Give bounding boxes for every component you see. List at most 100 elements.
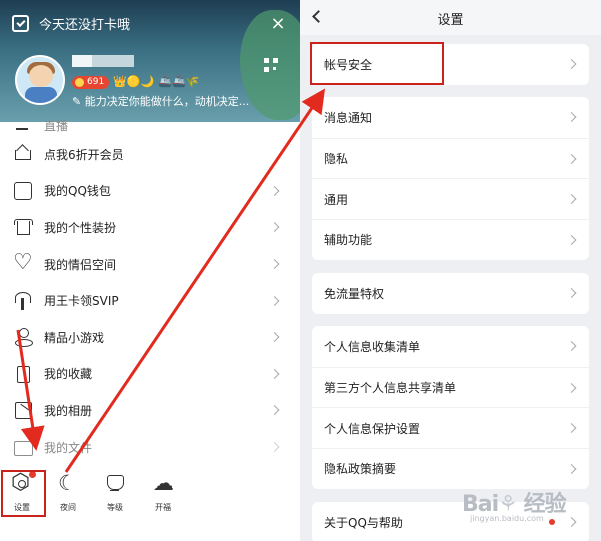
settings-row-label: 通用 <box>324 192 349 207</box>
live-icon <box>14 116 32 134</box>
chevron-right-icon <box>566 423 577 434</box>
menu-item-album[interactable]: 我的相册 <box>0 392 300 429</box>
nickname-blurred-part <box>72 55 92 67</box>
level-label: 等级 <box>107 503 123 512</box>
menu-item-vip[interactable]: 点我6折开会员 <box>0 136 300 173</box>
chevron-right-icon <box>269 185 280 196</box>
settings-row-info-protection[interactable]: 个人信息保护设置 <box>312 407 589 448</box>
chevron-right-icon <box>269 222 280 233</box>
menu-item-svip-card[interactable]: 用王卡领SVIP <box>0 282 300 319</box>
settings-row-free-data[interactable]: 免流量特权 <box>312 273 589 314</box>
settings-row-privacy[interactable]: 隐私 <box>312 137 589 179</box>
profile-header: 今天还没打卡哦 × 691 👑🟡🌙 🚢🚢🌾 ✎ 能力决定你能做什么，动机决定..… <box>0 0 300 122</box>
badge-row[interactable]: 691 👑🟡🌙 🚢🚢🌾 <box>72 74 199 90</box>
weather-button[interactable]: 开福 <box>143 471 183 513</box>
settings-row-third-party-sharing[interactable]: 第三方个人信息共享清单 <box>312 366 589 408</box>
menu-item-label: 我的收藏 <box>44 367 93 382</box>
settings-row-label: 隐私 <box>324 152 349 167</box>
qr-code-icon[interactable] <box>264 58 278 72</box>
chevron-right-icon <box>269 442 280 452</box>
level-button[interactable]: 等级 <box>95 474 135 513</box>
settings-row-label: 关于QQ与帮助 <box>324 515 403 530</box>
chevron-right-icon <box>566 463 577 474</box>
settings-topbar: 设置 <box>300 0 601 35</box>
menu-item-decoration[interactable]: 我的个性装扮 <box>0 209 300 246</box>
vip-badge: 691 <box>72 75 110 89</box>
chevron-right-icon <box>566 341 577 352</box>
crown-icon <box>14 145 32 163</box>
chevron-right-icon <box>566 194 577 205</box>
settings-row-label: 个人信息收集清单 <box>324 339 421 354</box>
settings-group-general: 消息通知 隐私 通用 辅助功能 <box>312 97 589 260</box>
close-icon[interactable]: × <box>268 13 288 34</box>
menu-item-live[interactable]: 直播 <box>0 114 300 136</box>
settings-row-info-collection[interactable]: 个人信息收集清单 <box>312 326 589 367</box>
settings-row-label: 免流量特权 <box>324 286 385 301</box>
level-icons: 👑🟡🌙 <box>113 75 155 88</box>
chevron-right-icon <box>566 234 577 245</box>
chevron-right-icon <box>566 288 577 299</box>
night-mode-button[interactable]: 夜间 <box>48 471 88 513</box>
menu-item-label: 我的QQ钱包 <box>44 184 111 199</box>
folder-icon <box>14 438 33 457</box>
menu-item-games[interactable]: 精品小游戏 <box>0 319 300 356</box>
checkin-text: 今天还没打卡哦 <box>39 17 131 33</box>
settings-group-personal-info: 个人信息收集清单 第三方个人信息共享清单 个人信息保护设置 隐私政策摘要 <box>312 326 589 489</box>
avatar[interactable] <box>15 55 65 105</box>
heart-icon <box>13 250 33 275</box>
menu-item-label: 我的文件 <box>44 440 93 455</box>
settings-row-label: 消息通知 <box>324 110 373 125</box>
antenna-icon <box>14 291 32 310</box>
weather-icon <box>152 471 174 496</box>
highlight-account-security <box>310 42 444 85</box>
settings-row-privacy-summary[interactable]: 隐私政策摘要 <box>312 448 589 489</box>
checkin-banner[interactable]: 今天还没打卡哦 × <box>12 12 288 34</box>
weather-label: 开福 <box>155 503 171 512</box>
highlight-settings-button <box>1 470 46 517</box>
level-icons-secondary: 🚢🚢🌾 <box>158 75 200 88</box>
chevron-right-icon <box>269 259 280 270</box>
settings-row-notifications[interactable]: 消息通知 <box>312 97 589 138</box>
shirt-icon <box>14 218 33 236</box>
settings-row-label: 隐私政策摘要 <box>324 462 397 477</box>
photo-icon <box>14 401 32 420</box>
watermark-site: jingyan.baidu.com <box>470 514 544 523</box>
chevron-right-icon <box>566 382 577 393</box>
vip-level: 691 <box>87 76 105 87</box>
chevron-right-icon <box>566 59 577 70</box>
chevron-right-icon <box>269 405 280 416</box>
page-title: 设置 <box>437 13 464 28</box>
menu-item-wallet[interactable]: 我的QQ钱包 <box>0 173 300 210</box>
chevron-right-icon <box>566 153 577 164</box>
baidu-jingyan-watermark: Bai⚘ 经验 jingyan.baidu.com <box>462 486 594 534</box>
drawer-menu: 直播 点我6折开会员 我的QQ钱包 我的个性装扮 我的情侣空间 用王卡领SVIP <box>0 114 300 465</box>
game-icon <box>14 328 33 348</box>
settings-row-label: 第三方个人信息共享清单 <box>324 381 457 396</box>
settings-group-data: 免流量特权 <box>312 273 589 314</box>
chevron-right-icon <box>269 368 280 379</box>
moon-icon <box>57 471 79 496</box>
settings-row-accessibility[interactable]: 辅助功能 <box>312 219 589 260</box>
menu-item-label: 我的相册 <box>44 403 93 418</box>
chevron-right-icon <box>566 112 577 123</box>
settings-row-label: 个人信息保护设置 <box>324 421 421 436</box>
menu-item-label: 我的个性装扮 <box>44 220 117 235</box>
menu-item-couple-space[interactable]: 我的情侣空间 <box>0 246 300 283</box>
checkin-icon <box>12 14 29 32</box>
menu-item-favorites[interactable]: 我的收藏 <box>0 356 300 393</box>
chevron-right-icon <box>269 295 280 306</box>
menu-item-label: 用王卡领SVIP <box>44 294 119 309</box>
menu-item-label: 直播 <box>44 118 69 133</box>
cup-icon <box>104 474 126 496</box>
menu-item-files[interactable]: 我的文件 <box>0 429 300 466</box>
menu-item-label: 精品小游戏 <box>44 330 105 345</box>
menu-item-label: 我的情侣空间 <box>44 257 117 272</box>
wallet-icon <box>14 181 32 200</box>
menu-item-label: 点我6折开会员 <box>44 147 124 162</box>
signature[interactable]: ✎ 能力决定你能做什么，动机决定... <box>72 93 249 109</box>
settings-row-general[interactable]: 通用 <box>312 178 589 219</box>
left-drawer: 今天还没打卡哦 × 691 👑🟡🌙 🚢🚢🌾 ✎ 能力决定你能做什么，动机决定..… <box>0 0 300 541</box>
bookmark-icon <box>14 365 32 383</box>
settings-row-label: 辅助功能 <box>324 233 373 248</box>
chevron-right-icon <box>269 332 280 343</box>
